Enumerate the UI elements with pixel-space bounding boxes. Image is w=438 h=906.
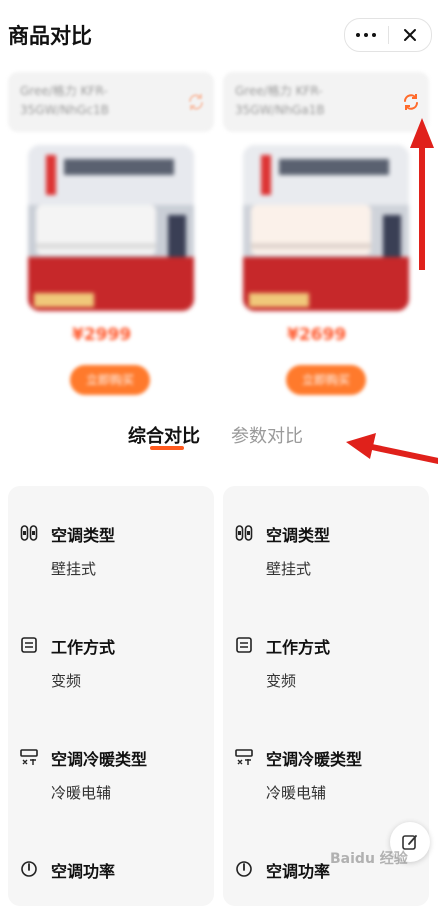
product-name-box[interactable]: Gree/格力 KFR-35GW/NhGc1B: [8, 72, 214, 132]
tab-overall-compare[interactable]: 综合对比: [128, 422, 200, 448]
buy-button[interactable]: 立即购买: [286, 365, 366, 395]
spec-label: 空调类型: [266, 526, 331, 545]
more-button[interactable]: [345, 19, 388, 51]
spec-label: 空调功率: [51, 862, 116, 881]
tab-param-compare[interactable]: 参数对比: [231, 422, 303, 448]
spec-label: 工作方式: [266, 638, 331, 657]
spec-label: 工作方式: [51, 638, 116, 657]
power-icon: [21, 861, 37, 877]
product-price: ¥2999: [72, 325, 132, 345]
ac-type-icon: [20, 525, 38, 541]
product-image[interactable]: [243, 145, 409, 311]
spec-value: 壁挂式: [266, 560, 312, 578]
spec-label: 空调冷暖类型: [51, 750, 148, 769]
spec-value: 变频: [266, 672, 297, 690]
close-icon: [403, 29, 416, 41]
product-price: ¥2699: [287, 325, 347, 345]
mini-program-capsule: [344, 18, 432, 52]
cool-heat-icon: [20, 749, 38, 765]
more-icon: [356, 33, 377, 37]
annotation-arrow-up: [410, 118, 434, 270]
spec-label: 空调类型: [51, 526, 116, 545]
spec-value: 冷暖电辅: [266, 784, 327, 802]
watermark: Baidu 经验: [330, 851, 408, 867]
page-title: 商品对比: [8, 24, 92, 48]
swap-product-icon[interactable]: [401, 92, 421, 112]
power-icon: [236, 861, 252, 877]
spec-label: 空调冷暖类型: [266, 750, 363, 769]
close-button[interactable]: [388, 19, 431, 51]
spec-column-left: 空调类型 壁挂式 工作方式 变频 空调冷暖类型 冷暖电辅 空调功率: [8, 486, 214, 906]
annotation-arrow-left: [346, 433, 438, 464]
header: 商品对比: [0, 0, 438, 66]
work-mode-icon: [21, 637, 37, 653]
work-mode-icon: [236, 637, 252, 653]
buy-button[interactable]: 立即购买: [70, 365, 150, 395]
spec-value: 变频: [51, 672, 82, 690]
product-image[interactable]: [28, 145, 194, 311]
spec-value: 冷暖电辅: [51, 784, 112, 802]
cool-heat-icon: [235, 749, 253, 765]
spec-label: 空调功率: [266, 862, 331, 881]
active-tab-indicator: [150, 446, 184, 450]
spec-value: 壁挂式: [51, 560, 97, 578]
ac-type-icon: [235, 525, 253, 541]
swap-product-icon[interactable]: [186, 92, 206, 112]
product-name-box[interactable]: Gree/格力 KFR-35GW/NhGa1B: [223, 72, 429, 132]
